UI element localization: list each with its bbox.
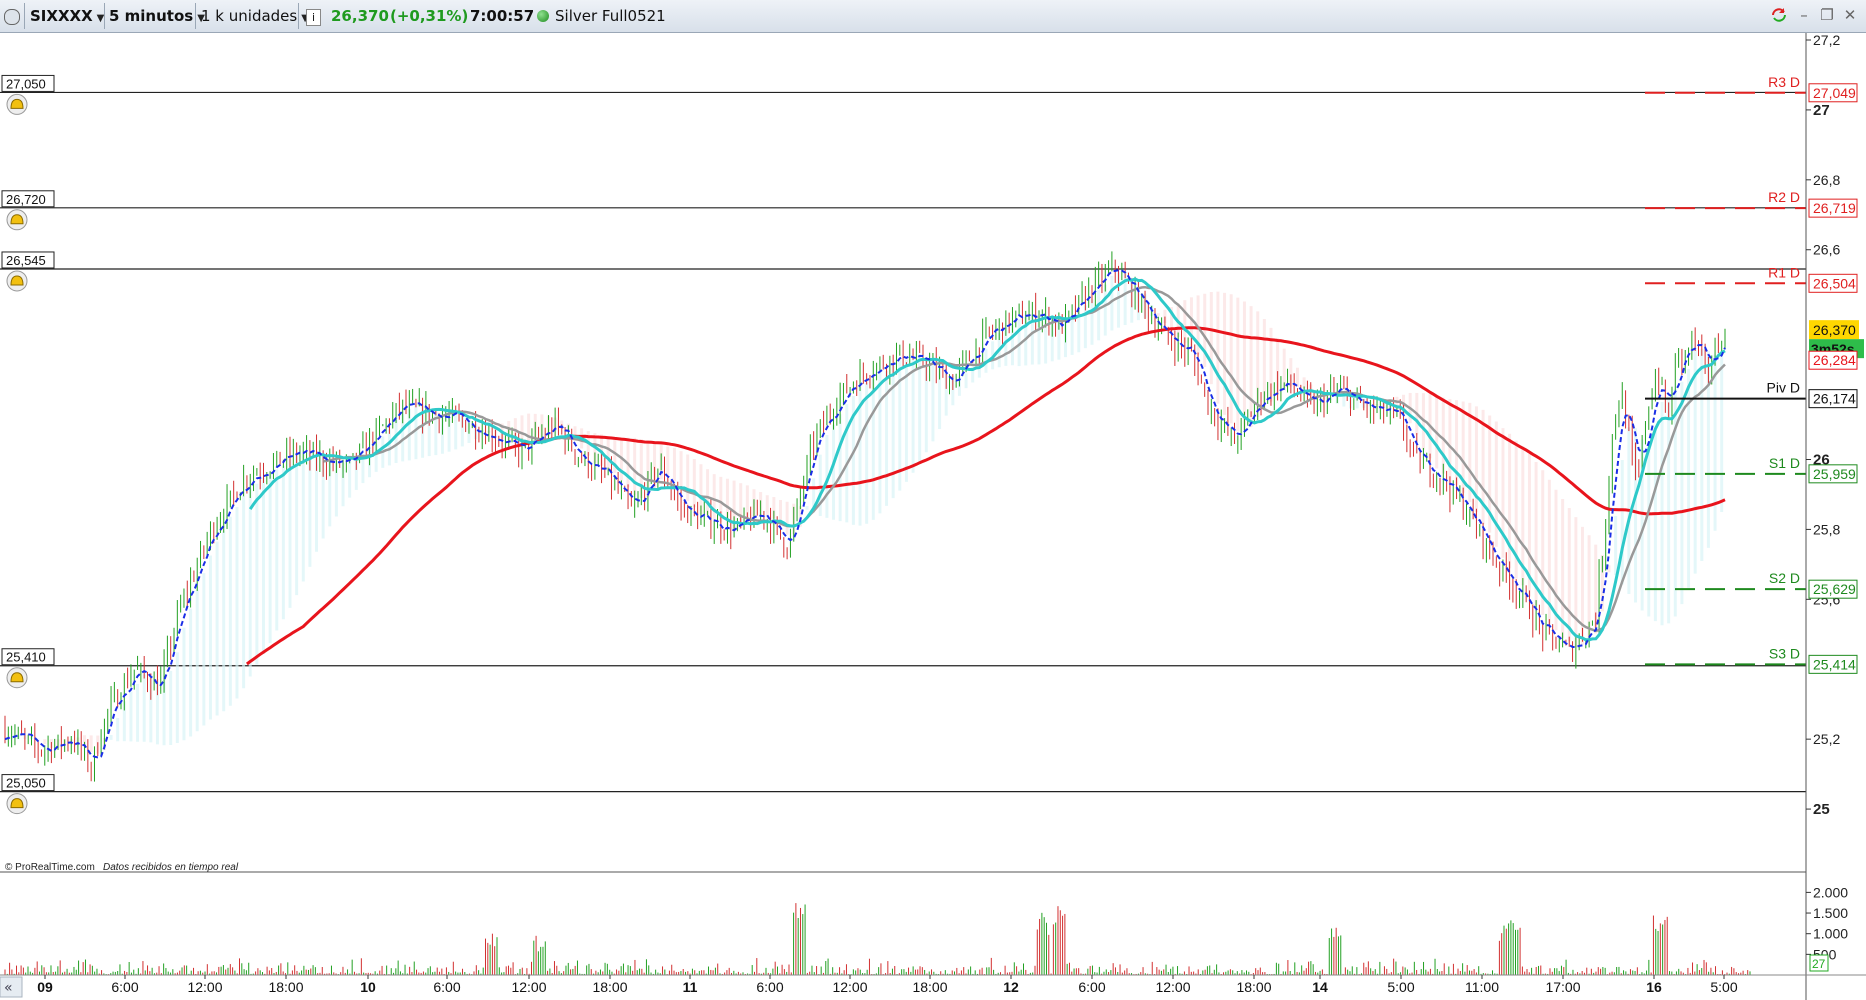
info-icon[interactable]: i — [306, 4, 321, 28]
alert-bell-icon — [10, 672, 24, 683]
last-price: 26,370 — [331, 7, 389, 25]
line-label: 26,545 — [6, 253, 46, 268]
footer-realtime: Datos recibidos en tiempo real — [103, 862, 239, 873]
time-tick-label: 18:00 — [592, 979, 627, 995]
price-tick-label: 26,6 — [1813, 242, 1840, 258]
status-dot-icon — [537, 10, 549, 22]
pivot-name: S1 D — [1769, 455, 1800, 471]
time-tick-label: 09 — [37, 979, 53, 995]
scroll-left-button[interactable]: « — [4, 980, 13, 996]
price-tick-label: 27,2 — [1813, 33, 1840, 48]
pivot-name: R1 D — [1768, 264, 1800, 280]
last-price-label: 26,370 — [1813, 322, 1856, 338]
pivot-value-label: 26,719 — [1813, 200, 1856, 216]
time-tick-label: 6:00 — [1078, 979, 1105, 995]
pivot-name: Piv D — [1767, 380, 1800, 396]
pivot-name: S2 D — [1769, 570, 1800, 586]
chart-toolbar: SIXXXX▼ 5 minutos▼ 1 k unidades▼ i 26,37… — [0, 0, 1866, 33]
time-tick-label: 18:00 — [268, 979, 303, 995]
feed-status: Silver Full0521 — [537, 4, 666, 28]
time-tick-label: 12:00 — [832, 979, 867, 995]
line-label: 25,410 — [6, 650, 46, 665]
grid-icon[interactable] — [4, 4, 20, 28]
pivot-value-label: 26,504 — [1813, 275, 1856, 291]
price-tick-label: 27 — [1813, 102, 1830, 119]
time-tick-label: 5:00 — [1387, 979, 1414, 995]
pivot-value-label: 26,174 — [1813, 391, 1856, 407]
time-tick-label: 16 — [1646, 979, 1662, 995]
price-chart[interactable]: 27,050 26,720 26,545 25,410 25,050 R3 D R2 D R… — [0, 33, 1866, 1000]
time-tick-label: 18:00 — [912, 979, 947, 995]
alert-bell-icon — [10, 98, 24, 109]
pivot-value-label: 25,414 — [1813, 656, 1856, 672]
time-tick-label: 6:00 — [433, 979, 460, 995]
pivot-value-label: 25,959 — [1813, 466, 1856, 482]
alert-bell-icon — [10, 275, 24, 286]
time-tick-label: 5:00 — [1710, 979, 1737, 995]
instrument-selector[interactable]: SIXXXX ▼ — [30, 4, 104, 28]
price-tick-label: 25,2 — [1813, 731, 1840, 747]
line-label: 27,050 — [6, 76, 46, 91]
time-tick-label: 12:00 — [187, 979, 222, 995]
restore-icon[interactable]: ❐ — [1818, 6, 1836, 24]
time-tick-label: 11:00 — [1465, 979, 1499, 995]
time-tick-label: 14 — [1312, 979, 1328, 995]
price-tick-label: 25 — [1813, 801, 1830, 818]
line-label: 26,720 — [6, 192, 46, 207]
volume-tick-label: 1.500 — [1813, 905, 1848, 921]
pivot-value-label: 25,629 — [1813, 581, 1856, 597]
price-tick-label: 26,8 — [1813, 172, 1840, 188]
minimize-icon[interactable]: – — [1795, 6, 1813, 24]
time-tick-label: 12:00 — [1155, 979, 1190, 995]
time-tick-label: 12:00 — [511, 979, 546, 995]
timeframe-selector[interactable]: 5 minutos ▼ — [109, 4, 205, 28]
time-tick-label: 11 — [683, 979, 698, 995]
units-selector[interactable]: 1 k unidades▼ — [201, 4, 309, 28]
price-change: (+0,31%) — [390, 7, 469, 25]
footer-brand: © ProRealTime.com — [5, 862, 95, 873]
volume-tick-label: 1.000 — [1813, 926, 1848, 942]
red-ma-label: 26,284 — [1813, 352, 1856, 368]
time-tick-label: 10 — [360, 979, 376, 995]
price-tick-label: 25,8 — [1813, 521, 1840, 537]
quote-time: 7:00:57 — [470, 7, 535, 25]
volume-badge: 27 — [1812, 957, 1826, 971]
time-tick-label: 6:00 — [111, 979, 138, 995]
line-label: 25,050 — [6, 776, 46, 791]
pivot-name: R3 D — [1768, 74, 1800, 90]
close-icon[interactable]: ✕ — [1841, 6, 1859, 24]
pivot-name: R2 D — [1768, 189, 1800, 205]
time-tick-label: 12 — [1003, 979, 1019, 995]
time-tick-label: 17:00 — [1545, 979, 1580, 995]
time-tick-label: 6:00 — [756, 979, 783, 995]
pivot-name: S3 D — [1769, 645, 1800, 661]
alert-bell-icon — [10, 798, 24, 809]
pivot-value-label: 27,049 — [1813, 85, 1856, 101]
refresh-icon[interactable] — [1770, 6, 1788, 24]
volume-tick-label: 2.000 — [1813, 884, 1848, 900]
alert-bell-icon — [10, 214, 24, 225]
time-tick-label: 18:00 — [1236, 979, 1271, 995]
